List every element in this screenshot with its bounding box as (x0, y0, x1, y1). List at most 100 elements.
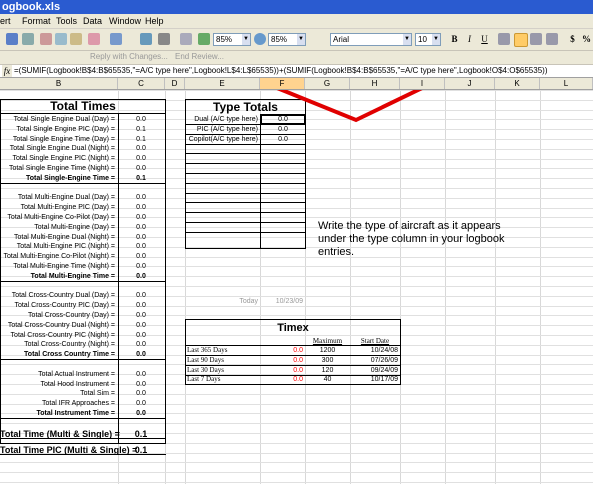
total-times-label: Total Single Engine Time (Night) = (8, 165, 115, 172)
menu-window[interactable]: Window (109, 16, 141, 26)
font-size-select[interactable]: 10 ▼ (415, 33, 441, 46)
zoom-select-2[interactable]: 85% ▼ (268, 33, 306, 46)
total-times-value[interactable]: 0.1 (118, 125, 164, 134)
total-times-value[interactable]: 0.0 (118, 409, 164, 418)
total-times-value[interactable]: 0.0 (118, 242, 164, 251)
reply-with-changes-button[interactable]: Reply with Changes... (90, 52, 168, 61)
align-center-icon[interactable] (514, 33, 528, 47)
font-select[interactable]: Arial ▼ (330, 33, 412, 46)
copy-icon[interactable] (55, 33, 67, 45)
chevron-down-icon[interactable]: ▼ (242, 34, 250, 45)
column-header-l[interactable]: L (540, 78, 593, 89)
align-left-icon[interactable] (498, 33, 510, 45)
column-header-c[interactable]: C (118, 78, 165, 89)
help-icon[interactable] (254, 33, 266, 45)
total-times-value[interactable]: 0.0 (118, 233, 164, 242)
zoom-select-1[interactable]: 85% ▼ (213, 33, 251, 46)
timex-row-value[interactable]: 0.0 (260, 366, 303, 375)
cut-icon[interactable] (40, 33, 52, 45)
column-header-d[interactable]: D (165, 78, 185, 89)
merge-center-icon[interactable] (546, 33, 558, 45)
selected-cell[interactable] (260, 114, 306, 125)
total-times-value[interactable]: 0.0 (118, 370, 164, 379)
underline-button[interactable]: U (478, 33, 491, 46)
column-header-j[interactable]: J (445, 78, 495, 89)
total-times-value[interactable]: 0.0 (118, 164, 164, 173)
callout-note: Write the type of aircraft as it appears… (318, 220, 505, 258)
italic-button[interactable]: I (463, 33, 476, 46)
total-times-label: Total Single Engine Dual (Day) = (13, 116, 115, 123)
column-header-f[interactable]: F (260, 78, 305, 89)
format-painter-icon[interactable] (88, 33, 100, 45)
total-times-value[interactable]: 0.1 (118, 174, 164, 183)
menu-data[interactable]: Data (83, 16, 102, 26)
type-totals-value[interactable]: 0.0 (260, 125, 306, 134)
total-times-label: Total Multi-Engine Time = (30, 272, 115, 280)
total-times-value[interactable]: 0.0 (118, 321, 164, 330)
hyperlink-icon[interactable] (140, 33, 152, 45)
total-times-value[interactable]: 0.0 (118, 223, 164, 232)
menu-help[interactable]: Help (145, 16, 164, 26)
divider (0, 418, 166, 419)
total-times-value[interactable]: 0.0 (118, 213, 164, 222)
column-header-i[interactable]: I (400, 78, 445, 89)
sort-icon[interactable] (180, 33, 192, 45)
total-times-value[interactable]: 0.0 (118, 340, 164, 349)
undo-icon[interactable] (110, 33, 122, 45)
total-times-label: Total Cross Country Time = (24, 351, 115, 359)
total-times-label: Total Multi-Engine (Day) = (34, 223, 115, 231)
total-times-value[interactable]: 0.0 (118, 252, 164, 261)
column-header-k[interactable]: K (495, 78, 540, 89)
total-times-value[interactable]: 0.0 (118, 203, 164, 212)
divider (0, 437, 166, 439)
menu-insert[interactable]: ert (0, 16, 11, 26)
today-value: 10/23/09 (275, 298, 303, 305)
currency-button[interactable]: $ (566, 33, 579, 46)
spelling-icon[interactable] (6, 33, 18, 45)
paste-icon[interactable] (70, 33, 82, 45)
menu-tools[interactable]: Tools (56, 16, 77, 26)
total-times-value[interactable]: 0.0 (118, 301, 164, 310)
total-times-value[interactable]: 0.0 (118, 144, 164, 153)
type-totals-title: Type Totals (213, 100, 278, 114)
spreadsheet-grid[interactable]: Total Times Total Single Engine Dual (Da… (0, 90, 593, 484)
chevron-down-icon[interactable]: ▼ (297, 34, 305, 45)
formula-bar[interactable]: fx =(SUMIF(Logbook!B$4:B$65535,"=A/C typ… (0, 65, 593, 78)
total-times-value[interactable]: 0.0 (118, 380, 164, 389)
align-right-icon[interactable] (530, 33, 542, 45)
total-times-value[interactable]: 0.0 (118, 399, 164, 408)
autosum-icon[interactable] (158, 33, 170, 45)
total-times-value[interactable]: 0.0 (118, 350, 164, 359)
chart-icon[interactable] (198, 33, 210, 45)
timex-row-value[interactable]: 0.0 (260, 375, 303, 384)
total-times-value[interactable]: 0.0 (118, 291, 164, 300)
total-times-value[interactable]: 0.0 (118, 311, 164, 320)
menu-format[interactable]: Format (22, 16, 51, 26)
formula-text[interactable]: =(SUMIF(Logbook!B$4:B$65535,"=A/C type h… (14, 65, 547, 77)
column-header-h[interactable]: H (350, 78, 400, 89)
percent-button[interactable]: % (580, 33, 593, 46)
column-header-e[interactable]: E (185, 78, 260, 89)
type-totals-value[interactable]: 0.0 (260, 135, 306, 144)
research-icon[interactable] (22, 33, 34, 45)
chevron-down-icon[interactable]: ▼ (403, 34, 411, 45)
total-times-value[interactable]: 0.0 (118, 262, 164, 271)
total-times-value[interactable]: 0.1 (118, 135, 164, 144)
column-header-b[interactable]: B (0, 78, 118, 89)
total-times-value[interactable]: 0.0 (118, 389, 164, 398)
end-review-button[interactable]: End Review... (175, 52, 224, 61)
total-times-value[interactable]: 0.0 (118, 193, 164, 202)
total-times-value[interactable]: 0.0 (118, 154, 164, 163)
divider (0, 182, 166, 184)
bold-button[interactable]: B (448, 33, 461, 46)
timex-row-value[interactable]: 0.0 (260, 346, 303, 355)
timex-row-value[interactable]: 0.0 (260, 356, 303, 365)
fx-icon[interactable]: fx (2, 65, 12, 77)
total-times-value[interactable]: 0.0 (118, 115, 164, 124)
total-times-value[interactable]: 0.0 (118, 272, 164, 281)
chevron-down-icon[interactable]: ▼ (432, 34, 440, 45)
total-times-label: Total Single-Engine Time = (25, 174, 115, 182)
total-times-value[interactable]: 0.0 (118, 331, 164, 340)
column-header-g[interactable]: G (305, 78, 350, 89)
timex-row-start-date: 07/26/09 (370, 356, 398, 364)
